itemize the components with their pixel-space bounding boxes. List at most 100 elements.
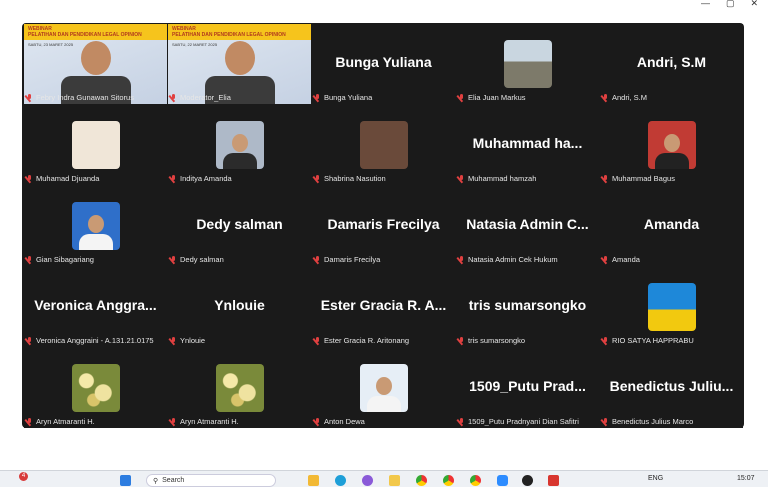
mic-muted-icon <box>26 174 33 183</box>
participant-name-label: Ester Gracia R. Aritonang <box>314 336 409 345</box>
mic-muted-icon <box>314 417 321 426</box>
participant-name-label: Veronica Anggraini - A.131.21.0175 <box>26 336 154 345</box>
window-controls: — ▢ ✕ <box>701 0 758 8</box>
mic-muted-icon <box>170 93 177 102</box>
participant-tile[interactable]: RIO SATYA HAPPRABU <box>600 267 743 347</box>
mic-muted-icon <box>170 174 177 183</box>
participant-tile[interactable]: Damaris Frecilya Damaris Frecilya <box>312 186 455 266</box>
language-indicator[interactable]: ENG <box>648 475 663 482</box>
participant-tile[interactable]: Bunga Yuliana Bunga Yuliana <box>312 24 455 104</box>
participant-tile[interactable]: Veronica Anggra... Veronica Anggraini - A… <box>24 267 167 347</box>
notification-badge[interactable]: 4 <box>19 472 28 481</box>
participant-tile[interactable]: Aryn Atmaranti H. <box>24 348 167 428</box>
participant-tile[interactable]: Aryn Atmaranti H. <box>168 348 311 428</box>
participant-name-label: Bunga Yuliana <box>314 93 372 102</box>
pdf-icon[interactable] <box>548 475 559 486</box>
participant-name-label: 1509_Putu Pradnyani Dian Safitri <box>458 417 579 426</box>
mic-muted-icon <box>170 336 177 345</box>
participant-tile[interactable]: Inditya Amanda <box>168 105 311 185</box>
participant-name-label: Elia Juan Markus <box>458 93 526 102</box>
close-button[interactable]: ✕ <box>750 0 758 8</box>
mic-muted-icon <box>314 255 321 264</box>
participant-tile[interactable]: Ynlouie Ynlouie <box>168 267 311 347</box>
participant-name-label: Aryn Atmaranti H. <box>26 417 95 426</box>
mic-muted-icon <box>170 417 177 426</box>
participant-name: Muhammad hamzah <box>468 174 537 183</box>
folder-icon[interactable] <box>389 475 400 486</box>
participant-tile[interactable]: 1509_Putu Prad... 1509_Putu Pradnyani Dia… <box>456 348 599 428</box>
participant-display-name: Veronica Anggra... <box>34 297 157 313</box>
participant-tile[interactable]: Amanda Amanda <box>600 186 743 266</box>
participant-tile[interactable]: Elia Juan Markus <box>456 24 599 104</box>
participant-tile[interactable]: Anton Dewa <box>312 348 455 428</box>
participant-tile[interactable]: Natasia Admin C... Natasia Admin Cek Huku… <box>456 186 599 266</box>
mic-muted-icon <box>26 255 33 264</box>
clock[interactable]: 15:07 <box>737 475 755 482</box>
participant-tile[interactable]: WEBINAR PELATIHAN DAN PENDIDIKAN LEGAL OP… <box>24 24 167 104</box>
copilot-icon[interactable] <box>362 475 373 486</box>
participant-name: Aryn Atmaranti H. <box>36 417 95 426</box>
participant-name: Aryn Atmaranti H. <box>180 417 239 426</box>
windows-start-icon[interactable] <box>120 475 131 486</box>
participant-display-name: Natasia Admin C... <box>466 216 589 232</box>
participant-name-label: Andri, S.M <box>602 93 647 102</box>
participant-name: Moderator_Elia <box>180 93 231 102</box>
participant-tile[interactable]: Muhamad Djuanda <box>24 105 167 185</box>
participant-tile[interactable]: Gian Sibagariang <box>24 186 167 266</box>
participant-name-label: Damaris Frecilya <box>314 255 380 264</box>
participant-name-label: Febry Indra Gunawan Sitorus <box>26 93 134 102</box>
participant-name-label: Ynlouie <box>170 336 205 345</box>
participant-tile[interactable]: Dedy salman Dedy salman <box>168 186 311 266</box>
mic-muted-icon <box>314 174 321 183</box>
participant-avatar <box>215 121 264 169</box>
participant-display-name: tris sumarsongko <box>468 297 587 313</box>
chrome-profile-icon[interactable] <box>443 475 454 486</box>
participant-tile[interactable]: Ester Gracia R. A... Ester Gracia R. Arit… <box>312 267 455 347</box>
edge-icon[interactable] <box>335 475 346 486</box>
webinar-subtitle: PELATIHAN DAN PENDIDIKAN LEGAL OPINION <box>28 32 142 38</box>
participant-name-label: Natasia Admin Cek Hukum <box>458 255 558 264</box>
participant-name: Gian Sibagariang <box>36 255 94 264</box>
media-player-icon[interactable] <box>522 475 533 486</box>
minimize-button[interactable]: — <box>701 0 710 8</box>
mic-muted-icon <box>458 336 465 345</box>
file-explorer-icon[interactable] <box>308 475 319 486</box>
participant-name-label: Gian Sibagariang <box>26 255 94 264</box>
participant-name: Inditya Amanda <box>180 174 232 183</box>
mic-muted-icon <box>314 93 321 102</box>
participant-display-name: Amanda <box>643 216 700 232</box>
participant-avatar <box>215 364 264 412</box>
participant-tile[interactable]: WEBINAR PELATIHAN DAN PENDIDIKAN LEGAL OP… <box>168 24 311 104</box>
participant-name-label: Amanda <box>602 255 640 264</box>
participant-display-name: Ester Gracia R. A... <box>320 297 447 313</box>
mic-muted-icon <box>602 417 609 426</box>
participant-name: RIO SATYA HAPPRABU <box>612 336 694 345</box>
participant-tile[interactable]: Andri, S.M Andri, S.M <box>600 24 743 104</box>
participant-name: Dedy salman <box>180 255 224 264</box>
participant-name: Ester Gracia R. Aritonang <box>324 336 410 345</box>
participant-display-name: Ynlouie <box>214 297 265 313</box>
participant-name-label: Shabrina Nasution <box>314 174 386 183</box>
participant-tile[interactable]: Muhammad ha... Muhammad hamzah <box>456 105 599 185</box>
participant-name: Amanda <box>612 255 640 264</box>
participant-name: Bunga Yuliana <box>324 93 373 102</box>
participant-display-name: 1509_Putu Prad... <box>469 378 586 394</box>
chrome-icon[interactable] <box>416 475 427 486</box>
participant-name-label: Anton Dewa <box>314 417 365 426</box>
participant-name: Ynlouie <box>180 336 206 345</box>
chrome-alt-icon[interactable] <box>470 475 481 486</box>
mic-muted-icon <box>458 93 465 102</box>
participant-name-label: Muhammad hamzah <box>458 174 536 183</box>
participant-avatar <box>647 283 696 331</box>
participant-tile[interactable]: Shabrina Nasution <box>312 105 455 185</box>
participant-name: tris sumarsongko <box>468 336 526 345</box>
participant-tile[interactable]: Benedictus Juliu... Benedictus Julius Mar… <box>600 348 743 428</box>
participant-name-label: Dedy salman <box>170 255 224 264</box>
participant-name-label: Benedictus Julius Marco <box>602 417 693 426</box>
search-input[interactable]: ⚲ Search <box>146 474 276 487</box>
participant-tile[interactable]: tris sumarsongko tris sumarsongko <box>456 267 599 347</box>
participant-display-name: Damaris Frecilya <box>327 216 440 232</box>
participant-tile[interactable]: Muhammad Bagus <box>600 105 743 185</box>
maximize-button[interactable]: ▢ <box>726 0 735 8</box>
zoom-icon[interactable] <box>497 475 508 486</box>
